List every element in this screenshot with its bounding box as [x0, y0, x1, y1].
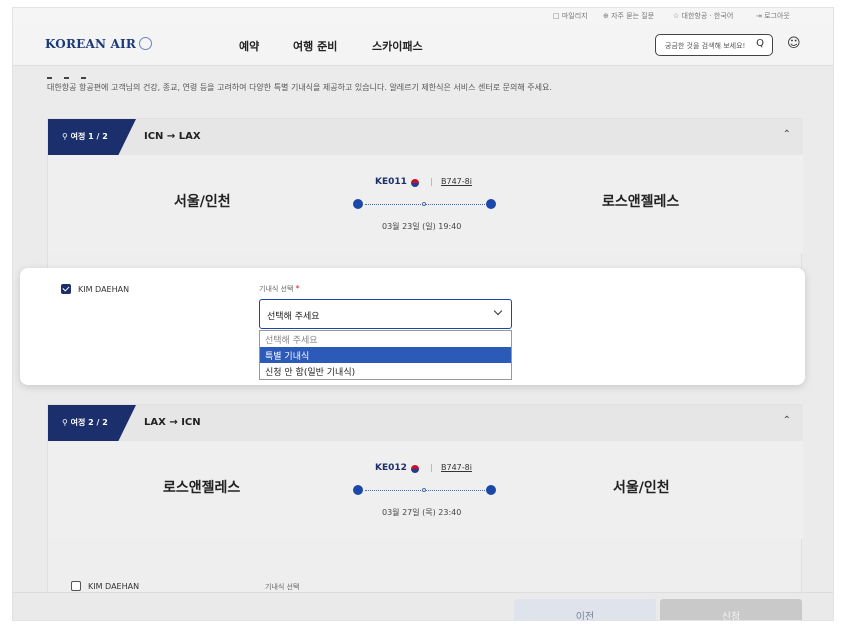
destination-city: 서울/인천 [613, 480, 670, 496]
site-header: KOREAN AIR 예약 여행 준비 스카이패스 궁금한 것을 검색해 보세요… [13, 24, 833, 66]
nav-travel-prep[interactable]: 여행 준비 [293, 38, 337, 54]
trip-header-1[interactable]: ⚲ 여정 1 / 2 ICN → LAX ⌃ [48, 119, 803, 155]
destination-city: 로스앤젤레스 [602, 194, 680, 210]
prev-button[interactable]: 이전 [514, 599, 656, 620]
origin-city: 로스앤젤레스 [163, 480, 241, 496]
nav-booking[interactable]: 예약 [239, 38, 259, 54]
trip-header-2[interactable]: ⚲ 여정 2 / 2 LAX → ICN ⌃ [48, 405, 803, 441]
passenger-meal-panel: KIM DAEHAN 기내식 선택 * 선택해 주세요 선택해 주세요 특별 기… [20, 268, 805, 385]
taeguk-icon [139, 37, 153, 50]
divider [431, 464, 432, 472]
departure-datetime: 03월 23일 (일) 19:40 [382, 222, 462, 231]
meal-select[interactable]: 선택해 주세요 [259, 299, 512, 329]
trip-route-1: ICN → LAX [144, 131, 201, 142]
meal-field-label-text: 기내식 선택 [259, 285, 294, 293]
arrival-plane-icon [486, 199, 496, 209]
route-midpoint [422, 488, 426, 492]
route-midpoint [422, 202, 426, 206]
collapse-chevron-icon[interactable]: ⌃ [783, 129, 791, 140]
utility-link-logout[interactable]: ⇥ 로그아웃 [756, 11, 790, 21]
utility-bar: □ 마일리지 ⊕ 자주 묻는 질문 ☆ 대한항공 · 한국어 ⇥ 로그아웃 [13, 8, 833, 24]
passenger-checkbox-2[interactable] [71, 581, 81, 591]
trip-tag-2: ⚲ 여정 2 / 2 [48, 405, 136, 441]
departure-plane-icon [353, 485, 363, 495]
meal-dropdown-list: 선택해 주세요 특별 기내식 신청 안 함(일반 기내식) [259, 330, 512, 380]
meal-field-label-2: 기내식 선택 [265, 583, 300, 591]
meal-option-placeholder[interactable]: 선택해 주세요 [260, 331, 511, 347]
meal-option-none[interactable]: 신청 안 함(일반 기내식) [260, 363, 511, 379]
divider [431, 178, 432, 186]
trip-route-2: LAX → ICN [144, 417, 201, 428]
route-to: ICN [181, 417, 201, 428]
origin-city: 서울/인천 [174, 194, 231, 210]
nav-skypass[interactable]: 스카이패스 [372, 38, 423, 54]
collapse-chevron-icon[interactable]: ⌃ [783, 415, 791, 426]
meal-select-value: 선택해 주세요 [267, 312, 320, 322]
korean-air-logo[interactable]: KOREAN AIR [45, 37, 153, 51]
aircraft-link[interactable]: B747-8i [441, 177, 472, 186]
utility-link-faq[interactable]: ⊕ 자주 묻는 질문 [603, 11, 654, 21]
passenger-name-1: KIM DAEHAN [78, 285, 130, 294]
bottom-action-bar: 이전 신청 [13, 592, 833, 620]
departure-plane-icon [353, 199, 363, 209]
my-account-icon[interactable]: ☺ [787, 36, 801, 51]
trip-card-1: ⚲ 여정 1 / 2 ICN → LAX ⌃ 서울/인천 KE011 B747-… [47, 118, 803, 278]
flight-detail-2: 로스앤젤레스 KE012 B747-8i 03월 27일 (목) 23:40 서… [48, 441, 803, 539]
intro-text: 대한항공 항공편에 고객님의 건강, 종교, 연령 등을 고려하여 다양한 특별… [47, 83, 552, 92]
utility-link-mileage[interactable]: □ 마일리지 [553, 11, 588, 21]
korea-flag-icon [411, 465, 419, 473]
route-from: ICN [144, 131, 164, 142]
departure-datetime: 03월 27일 (목) 23:40 [382, 508, 462, 517]
submit-button[interactable]: 신청 [660, 599, 802, 620]
korea-flag-icon [411, 179, 419, 187]
search-placeholder: 궁금한 것을 검색해 보세요! [665, 42, 746, 50]
pin-icon: ⚲ [62, 418, 71, 427]
route-arrow-icon: → [166, 131, 176, 142]
passenger-name-2: KIM DAEHAN [88, 582, 140, 591]
route-to: LAX [178, 131, 201, 142]
flight-number: KE011 [375, 177, 407, 187]
meal-option-special[interactable]: 특별 기내식 [260, 347, 511, 363]
route-from: LAX [144, 417, 166, 428]
flight-detail-1: 서울/인천 KE011 B747-8i 03월 23일 (일) 19:40 로스… [48, 155, 803, 253]
trip-card-2: ⚲ 여정 2 / 2 LAX → ICN ⌃ 로스앤젤레스 KE012 B747… [47, 404, 803, 604]
logo-text: KOREAN AIR [45, 37, 137, 51]
pin-icon: ⚲ [62, 132, 71, 141]
chevron-down-icon [493, 306, 503, 316]
aircraft-link[interactable]: B747-8i [441, 463, 472, 472]
search-icon[interactable]: Q [756, 38, 764, 49]
flight-number: KE012 [375, 463, 407, 473]
arrival-plane-icon [486, 485, 496, 495]
route-arrow-icon: → [169, 417, 178, 428]
page-heading-partial [47, 64, 107, 79]
trip-tag-1: ⚲ 여정 1 / 2 [48, 119, 136, 155]
utility-link-language[interactable]: ☆ 대한항공 · 한국어 [673, 11, 733, 21]
search-input[interactable]: 궁금한 것을 검색해 보세요! Q [655, 34, 773, 56]
trip-tag-label: 여정 1 / 2 [70, 132, 108, 141]
required-mark: * [295, 284, 300, 293]
passenger-checkbox-1[interactable] [61, 284, 71, 294]
meal-field-label: 기내식 선택 * [259, 284, 300, 294]
trip-tag-label: 여정 2 / 2 [70, 418, 108, 427]
